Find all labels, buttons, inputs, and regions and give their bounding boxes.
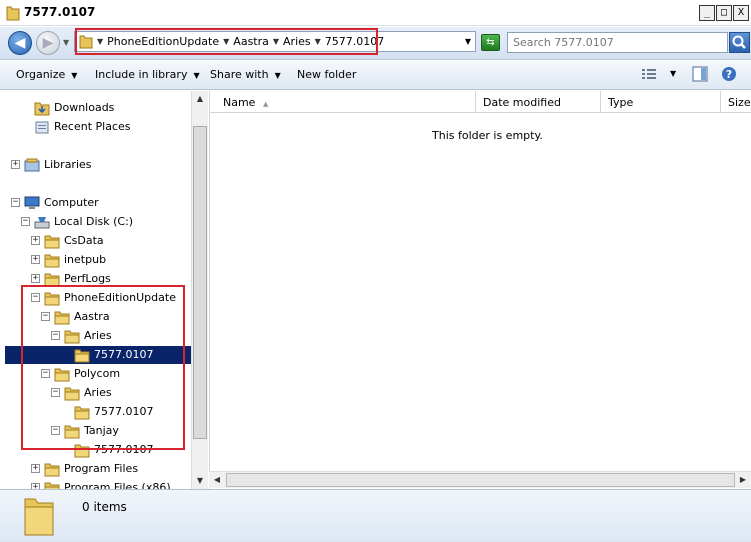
chevron-down-icon: ▼	[193, 71, 200, 80]
forward-button[interactable]: ▶	[36, 31, 60, 55]
maximize-button[interactable]: □	[716, 5, 732, 21]
expand-icon[interactable]: +	[31, 236, 40, 245]
expand-icon[interactable]: +	[31, 255, 40, 264]
refresh-button[interactable]: ⇆	[481, 34, 500, 51]
downloads-folder-icon	[34, 100, 50, 119]
details-view-icon	[641, 69, 657, 84]
close-button[interactable]: X	[733, 5, 749, 21]
history-dropdown-icon[interactable]: ▼	[63, 38, 69, 47]
file-list[interactable]: Name ▲ Date modified Type Size This fold…	[209, 91, 751, 489]
preview-pane-button[interactable]	[692, 66, 708, 85]
column-header-name[interactable]: Name ▲	[210, 91, 476, 113]
scroll-up-icon[interactable]: ▲	[192, 91, 208, 107]
folder-icon	[44, 461, 60, 480]
search-box[interactable]	[507, 32, 728, 53]
window-controls: _ □ X	[699, 5, 749, 21]
computer-icon	[24, 195, 40, 214]
title-bar: 7577.0107 _ □ X	[0, 0, 751, 26]
details-pane: 0 items	[0, 489, 751, 542]
column-header-size[interactable]: Size	[721, 91, 751, 113]
empty-folder-message: This folder is empty.	[432, 129, 543, 142]
tree-item[interactable]: − Local Disk (C:)	[0, 213, 191, 231]
tree-item[interactable]: + Libraries	[0, 156, 191, 174]
command-bar: Organize ▼ Include in library ▼ Share with…	[0, 61, 751, 90]
search-icon	[732, 35, 746, 49]
new-folder-button[interactable]: New folder	[297, 68, 356, 81]
tree-item-label: Computer	[44, 196, 99, 209]
refresh-icon: ⇆	[486, 37, 495, 48]
tree-item[interactable]: + Program Files	[0, 460, 191, 478]
organize-menu[interactable]: Organize ▼	[16, 68, 77, 81]
folder-icon	[6, 5, 20, 24]
highlight-box	[75, 28, 378, 55]
tree-item-label: Libraries	[44, 158, 92, 171]
scrollbar-thumb[interactable]	[226, 473, 735, 487]
expand-icon[interactable]: +	[31, 274, 40, 283]
include-in-library-menu[interactable]: Include in library ▼	[95, 68, 200, 81]
search-button[interactable]	[729, 32, 750, 53]
scrollbar-thumb[interactable]	[193, 126, 207, 439]
tree-item[interactable]: + inetpub	[0, 251, 191, 269]
libraries-icon	[24, 157, 40, 176]
svg-text:?: ?	[726, 68, 732, 81]
tree-item-label: CsData	[64, 234, 104, 247]
nav-pane-scrollbar[interactable]: ▲ ▼	[191, 91, 208, 489]
forward-arrow-icon: ▶	[42, 35, 54, 51]
collapse-icon[interactable]: −	[11, 198, 20, 207]
highlight-box	[21, 285, 185, 450]
tree-item[interactable]: + CsData	[0, 232, 191, 250]
tree-item-label: Program Files (x86)	[64, 481, 171, 489]
tree-item[interactable]: − Computer	[0, 194, 191, 212]
scroll-left-icon[interactable]: ◀	[209, 472, 225, 488]
tree-item-label: Local Disk (C:)	[54, 215, 134, 228]
tree-item[interactable]: Downloads	[0, 99, 191, 117]
folder-icon	[44, 233, 60, 252]
expand-icon[interactable]: +	[11, 160, 20, 169]
expand-icon[interactable]: +	[31, 464, 40, 473]
view-options-button[interactable]	[641, 67, 657, 84]
sort-arrow-icon: ▲	[262, 100, 269, 108]
preview-pane-icon	[692, 66, 708, 85]
tree-item-label: Downloads	[54, 101, 115, 114]
view-dropdown-icon[interactable]: ▼	[670, 69, 676, 78]
minimize-button[interactable]: _	[699, 5, 715, 21]
chevron-down-icon: ▼	[274, 71, 281, 80]
recent-places-icon	[34, 119, 50, 138]
tree-item-label: Program Files	[64, 462, 139, 475]
tree-item[interactable]: + Program Files (x86)	[0, 479, 191, 489]
column-header-type[interactable]: Type	[601, 91, 721, 113]
window-title: 7577.0107	[24, 5, 96, 19]
chevron-down-icon: ▼	[71, 71, 78, 80]
content-horizontal-scrollbar[interactable]: ◀ ▶	[209, 471, 751, 488]
folder-icon	[22, 495, 56, 540]
help-icon: ?	[721, 67, 737, 85]
share-with-menu[interactable]: Share with ▼	[210, 68, 281, 81]
address-dropdown-icon[interactable]: ▼	[465, 37, 471, 46]
folder-icon	[44, 252, 60, 271]
tree-item-label: Recent Places	[54, 120, 131, 133]
help-button[interactable]: ?	[721, 66, 737, 85]
collapse-icon[interactable]: −	[21, 217, 30, 226]
scroll-right-icon[interactable]: ▶	[735, 472, 751, 488]
back-button[interactable]: ◀	[8, 31, 32, 55]
drive-icon	[34, 214, 50, 233]
tree-item-label: inetpub	[64, 253, 107, 266]
back-arrow-icon: ◀	[14, 35, 26, 51]
tree-item-label: PerfLogs	[64, 272, 111, 285]
tree-item[interactable]: Recent Places	[0, 118, 191, 136]
scroll-down-icon[interactable]: ▼	[192, 473, 208, 489]
item-count: 0 items	[82, 500, 127, 514]
column-header-date-modified[interactable]: Date modified	[476, 91, 601, 113]
folder-icon	[44, 480, 60, 489]
search-input[interactable]	[508, 33, 727, 52]
